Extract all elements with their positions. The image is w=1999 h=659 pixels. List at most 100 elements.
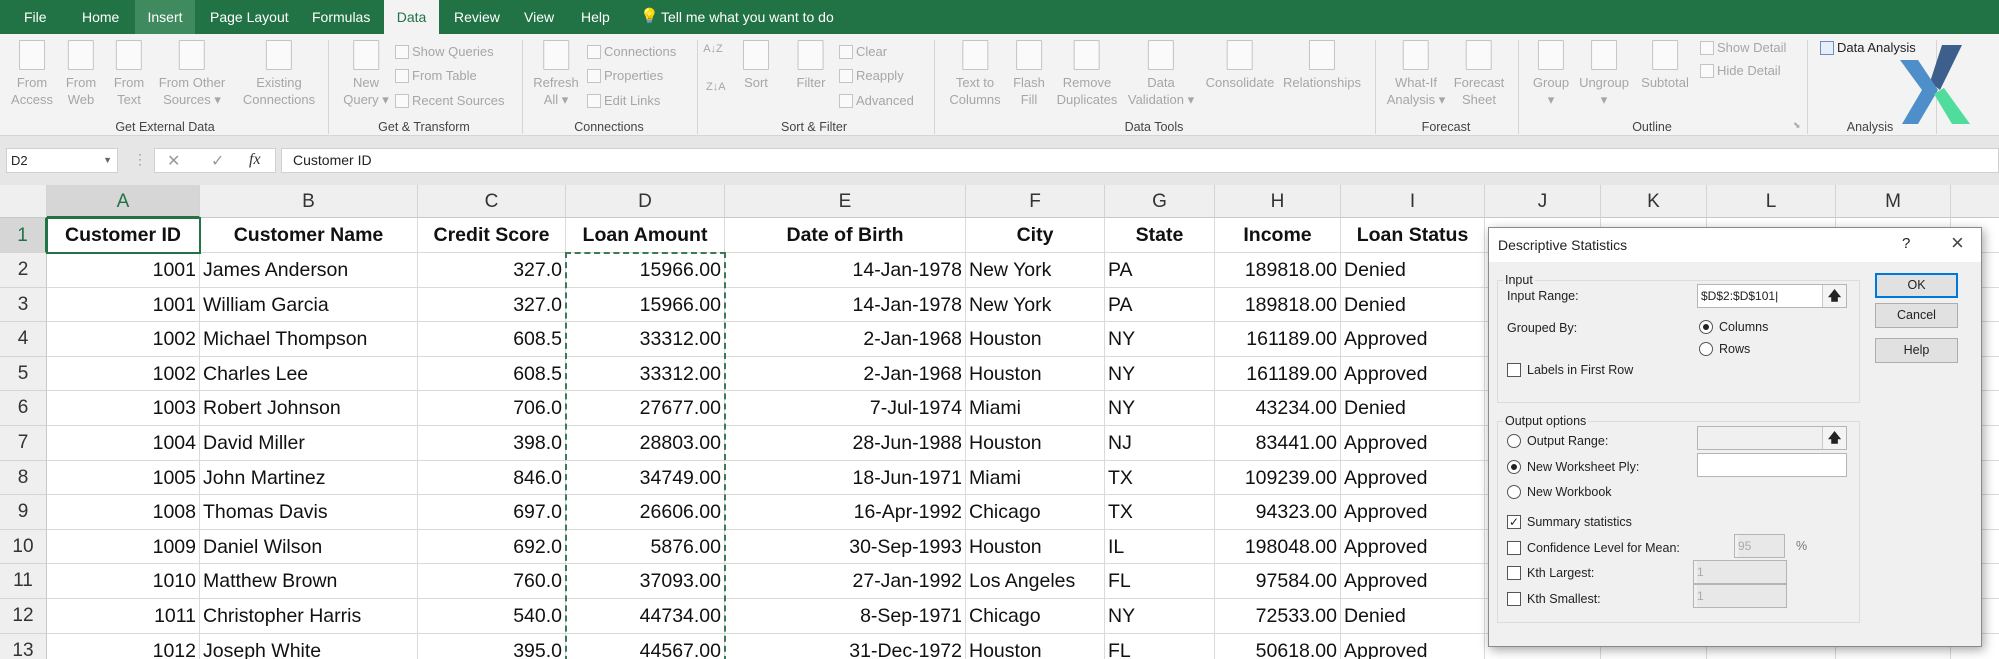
what-if-button[interactable]: What-If Analysis ▾	[1387, 40, 1445, 108]
table-cell[interactable]: 706.0	[418, 391, 566, 426]
table-cell[interactable]: Daniel Wilson	[200, 529, 418, 565]
table-cell[interactable]: 1011	[47, 599, 200, 634]
table-cell[interactable]: New York	[966, 253, 1105, 288]
collapse-dialog-icon[interactable]: 🡅	[1822, 427, 1846, 449]
column-header-I[interactable]: I	[1341, 185, 1485, 218]
tab-view[interactable]: View	[520, 0, 558, 34]
sort-z-a-icon[interactable]: Z↓A	[706, 78, 726, 96]
table-cell[interactable]: Miami	[966, 460, 1105, 496]
table-cell[interactable]: Charles Lee	[200, 356, 418, 392]
data-validation-button[interactable]: Data Validation ▾	[1128, 40, 1194, 108]
confidence-level-field[interactable]: 95	[1734, 534, 1785, 558]
column-header-F[interactable]: F	[966, 185, 1105, 218]
header-cell[interactable]: Loan Amount	[566, 218, 725, 253]
table-cell[interactable]: John Martinez	[200, 460, 418, 496]
row-header-2[interactable]: 2	[0, 253, 47, 288]
table-cell[interactable]: 1001	[47, 253, 200, 288]
column-header-G[interactable]: G	[1105, 185, 1215, 218]
column-header-M[interactable]: M	[1836, 185, 1951, 218]
table-cell[interactable]: Los Angeles	[966, 564, 1105, 599]
table-cell[interactable]: Approved	[1341, 495, 1485, 530]
table-cell[interactable]: Houston	[966, 529, 1105, 565]
summary-statistics-checkbox[interactable]: ✓	[1507, 515, 1521, 529]
column-header-N[interactable]	[1951, 185, 1999, 218]
table-cell[interactable]: 50618.00	[1215, 633, 1341, 659]
table-cell[interactable]: 1004	[47, 426, 200, 461]
table-cell[interactable]: 1001	[47, 287, 200, 323]
table-cell[interactable]: Matthew Brown	[200, 564, 418, 599]
confidence-level-checkbox[interactable]	[1507, 541, 1521, 555]
table-cell[interactable]: 14-Jan-1978	[725, 253, 966, 288]
relationships-button[interactable]: Relationships	[1283, 40, 1361, 108]
formula-input[interactable]: Customer ID	[281, 148, 1999, 173]
table-cell[interactable]: PA	[1105, 253, 1215, 288]
table-cell[interactable]: 1002	[47, 356, 200, 392]
tab-review[interactable]: Review	[450, 0, 504, 34]
table-cell[interactable]: Approved	[1341, 460, 1485, 496]
table-cell[interactable]: 97584.00	[1215, 564, 1341, 599]
properties-button[interactable]: Properties	[587, 67, 663, 85]
row-header-11[interactable]: 11	[0, 564, 47, 599]
from-table-button[interactable]: From Table	[395, 67, 477, 85]
tab-help[interactable]: Help	[577, 0, 614, 34]
new-query-button[interactable]: New Query ▾	[343, 40, 389, 108]
header-cell[interactable]: Loan Status	[1341, 218, 1485, 253]
table-cell[interactable]: Christopher Harris	[200, 599, 418, 634]
table-cell[interactable]: Approved	[1341, 356, 1485, 392]
table-cell[interactable]: Michael Thompson	[200, 322, 418, 357]
recent-sources-button[interactable]: Recent Sources	[395, 92, 505, 110]
table-cell[interactable]: IL	[1105, 529, 1215, 565]
header-cell[interactable]: City	[966, 218, 1105, 253]
table-cell[interactable]: Denied	[1341, 287, 1485, 323]
table-cell[interactable]: Denied	[1341, 391, 1485, 426]
drag-handle-icon[interactable]: ⋮	[133, 151, 147, 168]
table-cell[interactable]: 2-Jan-1968	[725, 322, 966, 357]
advanced-filter-button[interactable]: Advanced	[839, 92, 914, 110]
clear-filter-button[interactable]: Clear	[839, 43, 887, 61]
help-icon[interactable]: ?	[1902, 235, 1910, 252]
column-header-H[interactable]: H	[1215, 185, 1341, 218]
table-cell[interactable]: NY	[1105, 599, 1215, 634]
table-cell[interactable]: 28-Jun-1988	[725, 426, 966, 461]
table-cell[interactable]: 608.5	[418, 356, 566, 392]
hide-detail-button[interactable]: Hide Detail	[1700, 62, 1781, 80]
labels-first-row-checkbox[interactable]	[1507, 363, 1521, 377]
column-header-L[interactable]: L	[1707, 185, 1836, 218]
sort-a-z-icon[interactable]: A↓Z	[703, 44, 723, 62]
table-cell[interactable]: 1009	[47, 529, 200, 565]
table-cell[interactable]: 83441.00	[1215, 426, 1341, 461]
table-cell[interactable]: 94323.00	[1215, 495, 1341, 530]
show-detail-button[interactable]: Show Detail	[1700, 39, 1786, 57]
tab-file[interactable]: File	[20, 0, 51, 34]
refresh-button[interactable]: Refresh All ▾	[533, 40, 579, 108]
table-cell[interactable]: Denied	[1341, 599, 1485, 634]
table-cell[interactable]: Approved	[1341, 426, 1485, 461]
other-sources-button[interactable]: From Other Sources ▾	[159, 40, 225, 108]
tab-page-layout[interactable]: Page Layout	[206, 0, 293, 34]
table-cell[interactable]: Joseph White	[200, 633, 418, 659]
new-workbook-radio[interactable]	[1507, 485, 1521, 499]
cancel-icon[interactable]: ✕	[167, 151, 180, 171]
column-header-K[interactable]: K	[1601, 185, 1707, 218]
row-header-3[interactable]: 3	[0, 287, 47, 323]
column-header-C[interactable]: C	[418, 185, 566, 218]
table-cell[interactable]: Miami	[966, 391, 1105, 426]
table-cell[interactable]: 14-Jan-1978	[725, 287, 966, 323]
table-cell[interactable]: Houston	[966, 633, 1105, 659]
table-cell[interactable]: 1008	[47, 495, 200, 530]
table-cell[interactable]: Houston	[966, 322, 1105, 357]
column-header-B[interactable]: B	[200, 185, 418, 218]
table-cell[interactable]: Approved	[1341, 633, 1485, 659]
table-cell[interactable]: 43234.00	[1215, 391, 1341, 426]
tab-data[interactable]: Data	[384, 0, 439, 34]
table-cell[interactable]: 72533.00	[1215, 599, 1341, 634]
table-cell[interactable]: 189818.00	[1215, 287, 1341, 323]
table-cell[interactable]: 1002	[47, 322, 200, 357]
input-range-field[interactable]: $D$2:$D$101| 🡅	[1697, 284, 1847, 308]
table-cell[interactable]: 30-Sep-1993	[725, 529, 966, 565]
table-cell[interactable]: 760.0	[418, 564, 566, 599]
table-cell[interactable]: 18-Jun-1971	[725, 460, 966, 496]
tell-me-search[interactable]: Tell me what you want to do	[657, 0, 838, 34]
forecast-sheet-button[interactable]: Forecast Sheet	[1454, 40, 1504, 108]
select-all-corner[interactable]	[0, 185, 47, 218]
